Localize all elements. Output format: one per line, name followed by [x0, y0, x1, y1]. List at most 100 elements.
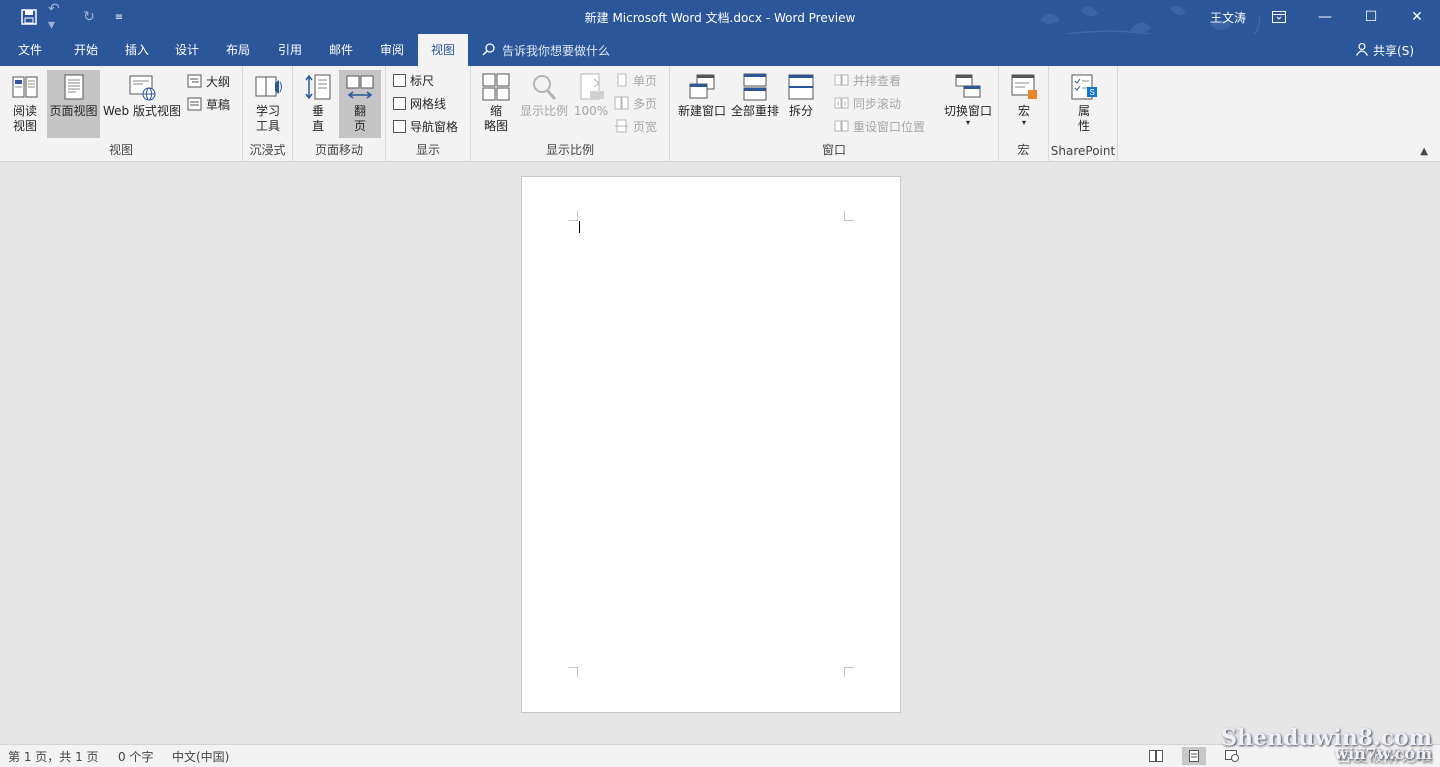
- side-to-side-label-1: 翻: [353, 104, 366, 118]
- print-layout-label: 页面视图: [49, 104, 98, 118]
- gridlines-checkbox[interactable]: 网格线: [393, 93, 446, 113]
- side-to-side-button[interactable]: 翻 页: [339, 70, 381, 138]
- side-by-side-icon: [834, 74, 849, 86]
- watermark-text: Shenduwin8.com win7w.com: [1221, 727, 1432, 764]
- tab-file[interactable]: 文件: [6, 34, 54, 66]
- learning-tools-label-1: 学习: [255, 104, 280, 118]
- outline-button[interactable]: 大纲: [187, 71, 230, 91]
- switch-windows-button[interactable]: 切换窗口 ▾: [942, 70, 994, 138]
- side-to-side-icon: [346, 75, 374, 99]
- arrange-all-icon: [743, 73, 767, 101]
- tab-review[interactable]: 审阅: [366, 34, 418, 66]
- magnifier-icon: [533, 75, 557, 100]
- reset-position-icon: [834, 120, 849, 132]
- ribbon: 阅读 视图 页面视图 Web 版式视图 大纲 草稿 视图 学习 工具 沉浸式 垂…: [0, 66, 1440, 162]
- page-count[interactable]: 第 1 页，共 1 页: [8, 748, 99, 765]
- group-window-label: 窗口: [821, 143, 846, 157]
- nav-pane-checkbox[interactable]: 导航窗格: [393, 116, 458, 136]
- macros-icon: [1011, 74, 1037, 99]
- learning-tools-button[interactable]: 学习 工具: [247, 70, 289, 138]
- arrange-all-button[interactable]: 全部重排: [729, 70, 781, 138]
- minimize-icon[interactable]: —: [1302, 0, 1348, 34]
- read-mode-label-1: 阅读: [12, 104, 37, 118]
- properties-button[interactable]: S 属 性: [1063, 70, 1105, 138]
- language-indicator[interactable]: 中文(中国): [172, 748, 229, 765]
- thumbnails-button[interactable]: 缩 略图: [475, 70, 517, 138]
- one-page-label: 单页: [633, 73, 658, 88]
- gridlines-check-box[interactable]: [393, 96, 406, 110]
- split-icon: [788, 74, 814, 100]
- outline-icon: [187, 74, 202, 88]
- tab-layout[interactable]: 布局: [212, 34, 264, 66]
- new-window-button[interactable]: 新建窗口: [674, 70, 730, 138]
- draft-icon: [187, 97, 202, 111]
- tab-home[interactable]: 开始: [60, 34, 112, 66]
- vertical-scroll-icon: [305, 74, 331, 100]
- sync-scroll-button[interactable]: 同步滚动: [834, 93, 901, 113]
- read-mode-icon: [12, 76, 38, 98]
- maximize-icon[interactable]: ☐: [1348, 0, 1394, 34]
- web-layout-label: Web 版式视图: [103, 104, 181, 118]
- crop-mark-top-right: [844, 211, 854, 221]
- tell-me-box[interactable]: 告诉我你想要做什么: [482, 42, 610, 59]
- crop-mark-top-left: [568, 211, 578, 221]
- draft-button[interactable]: 草稿: [187, 94, 230, 114]
- tab-mailings[interactable]: 邮件: [316, 34, 366, 66]
- web-layout-icon: [129, 75, 156, 101]
- read-mode-button[interactable]: 阅读 视图: [4, 70, 46, 138]
- multiple-pages-label: 多页: [633, 96, 658, 111]
- multiple-pages-button[interactable]: 多页: [614, 93, 657, 113]
- split-label: 拆分: [788, 104, 813, 118]
- ribbon-display-options-icon[interactable]: [1256, 0, 1302, 34]
- macros-button[interactable]: 宏 ▾: [1003, 70, 1045, 138]
- new-window-label: 新建窗口: [677, 104, 726, 118]
- zoom-100-button[interactable]: 100%: [572, 70, 610, 138]
- collapse-ribbon-icon[interactable]: ▲: [1420, 146, 1428, 157]
- arrange-all-label: 全部重排: [730, 104, 779, 118]
- zoom-button[interactable]: 显示比例: [517, 70, 571, 138]
- side-to-side-label-2: 页: [353, 119, 366, 133]
- tab-view[interactable]: 视图: [418, 34, 468, 66]
- thumbnails-label-1: 缩: [489, 104, 502, 118]
- switch-windows-icon: [955, 74, 981, 98]
- user-name[interactable]: 王文涛: [1210, 9, 1246, 26]
- vertical-button[interactable]: 垂 直: [297, 70, 339, 138]
- group-zoom-label: 显示比例: [545, 143, 594, 157]
- zoom-label: 显示比例: [519, 104, 568, 118]
- tab-references[interactable]: 引用: [264, 34, 316, 66]
- document-page[interactable]: [521, 176, 901, 713]
- one-page-button[interactable]: 单页: [614, 70, 657, 90]
- side-by-side-button[interactable]: 并排查看: [834, 70, 901, 90]
- nav-pane-check-box[interactable]: [393, 119, 406, 133]
- zoom-100-label: 100%: [573, 104, 609, 118]
- split-button[interactable]: 拆分: [781, 70, 821, 138]
- one-page-icon: [617, 73, 627, 87]
- document-workspace: [0, 162, 1440, 744]
- macros-dropdown-icon: ▾: [1021, 118, 1026, 127]
- group-page-movement: 垂 直 翻 页 页面移动: [293, 66, 386, 162]
- group-page-movement-label: 页面移动: [314, 143, 363, 157]
- close-icon[interactable]: ✕: [1394, 0, 1440, 34]
- group-immersive-label: 沉浸式: [249, 143, 286, 157]
- group-sharepoint: S 属 性 SharePoint: [1049, 66, 1118, 162]
- print-layout-button[interactable]: 页面视图: [47, 70, 100, 138]
- reset-window-position-label: 重设窗口位置: [853, 119, 926, 134]
- reset-window-position-button[interactable]: 重设窗口位置: [834, 116, 925, 136]
- read-mode-view-icon[interactable]: [1144, 747, 1168, 765]
- web-layout-button[interactable]: Web 版式视图: [101, 70, 183, 138]
- learning-tools-label-2: 工具: [255, 119, 280, 133]
- share-button[interactable]: 共享(S): [1355, 42, 1414, 59]
- thumbnails-icon: [482, 73, 510, 101]
- tab-design[interactable]: 设计: [162, 34, 212, 66]
- tab-insert[interactable]: 插入: [112, 34, 162, 66]
- title-bar: ↶ ▾ ↻ ≡ 新建 Microsoft Word 文档.docx - Word…: [0, 0, 1440, 55]
- ruler-check-box[interactable]: [393, 73, 406, 87]
- page-width-button[interactable]: 页宽: [614, 116, 657, 136]
- gridlines-label: 网格线: [410, 96, 447, 111]
- learning-tools-icon: [255, 76, 282, 97]
- word-count[interactable]: 0 个字: [118, 748, 153, 765]
- new-window-icon: [689, 74, 715, 99]
- vertical-label-1: 垂: [311, 104, 324, 118]
- ruler-checkbox[interactable]: 标尺: [393, 70, 434, 90]
- print-layout-view-icon[interactable]: [1182, 747, 1206, 765]
